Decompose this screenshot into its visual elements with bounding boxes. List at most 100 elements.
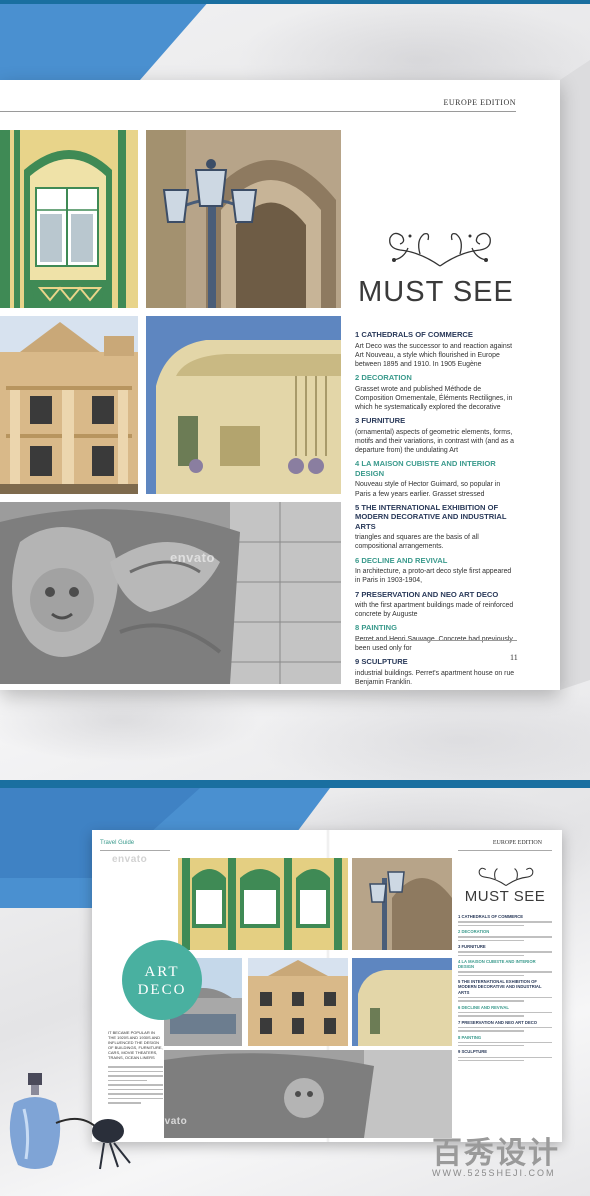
travel-guide-label: Travel Guide bbox=[100, 840, 135, 846]
spread-toc-text-line bbox=[458, 1060, 524, 1062]
toc-heading: 2 DECORATION bbox=[355, 373, 412, 383]
photo-street-lamp bbox=[146, 130, 341, 308]
magazine-spread: Travel Guide EUROPE EDITION ART DECO IT … bbox=[92, 830, 562, 1142]
spread-photo-street-lamp bbox=[352, 858, 452, 950]
spread-header-rule-right bbox=[458, 850, 552, 851]
spread-toc-text-line bbox=[458, 924, 524, 926]
spread-toc-text-line bbox=[458, 954, 524, 956]
spread-toc-text-line bbox=[458, 939, 524, 941]
brand-mark: 百秀设计 bbox=[432, 1137, 560, 1170]
edition-label: EUROPE EDITION bbox=[443, 98, 516, 107]
art-deco-line1: ART bbox=[144, 964, 180, 980]
spread-toc-item: 2 DECORATION bbox=[458, 929, 552, 941]
toc-body: Perret and Henri Sauvage. Concrete had p… bbox=[355, 636, 513, 653]
photo-yellow-facade bbox=[0, 130, 138, 308]
spread-toc-text-line bbox=[458, 1045, 524, 1047]
brand-url: WWW.525SHEJI.COM bbox=[432, 1168, 556, 1178]
spread-toc-text-line bbox=[458, 936, 552, 938]
watermark-text: envato bbox=[170, 550, 215, 565]
spread-toc-heading: 2 DECORATION bbox=[458, 928, 490, 934]
spread-toc-heading: 6 DECLINE AND REVIVAL bbox=[458, 1004, 509, 1010]
spread-edition-label: EUROPE EDITION bbox=[492, 840, 542, 846]
page-number: 11 bbox=[510, 653, 518, 662]
top-accent-bar bbox=[0, 0, 590, 4]
spread-must-see-title: MUST SEE bbox=[464, 888, 546, 905]
spread-toc-text-line bbox=[458, 996, 552, 999]
spread-watermark-2: envato bbox=[152, 1116, 188, 1127]
toc-heading: 9 SCULPTURE bbox=[355, 657, 408, 667]
spread-photo-ornate-building bbox=[248, 958, 348, 1046]
photo-lion-sculpture bbox=[0, 502, 341, 684]
toc-heading: 5 THE INTERNATIONAL EXHIBITION OF MODERN… bbox=[355, 502, 507, 531]
bottom-mockup-panel: Travel Guide EUROPE EDITION ART DECO IT … bbox=[0, 788, 590, 1196]
spread-toc-heading: 3 FURNITURE bbox=[458, 943, 486, 949]
spread-toc-text-line bbox=[458, 1011, 552, 1014]
spread-photo-yellow-facade bbox=[178, 858, 348, 950]
toc-heading: 6 DECLINE AND REVIVAL bbox=[355, 555, 448, 565]
toc-item: 7 PRESERVATION AND NEO ART DECO with the … bbox=[355, 590, 517, 620]
spread-toc-text-line bbox=[458, 1041, 552, 1044]
top-mockup-panel: EUROPE EDITION envato MUST SEE 1 CATHEDR… bbox=[0, 0, 590, 780]
photo-curved-building bbox=[146, 316, 341, 494]
spread-photo-lion-sculpture bbox=[164, 1050, 452, 1138]
toc-heading: 1 CATHEDRALS OF COMMERCE bbox=[355, 330, 473, 339]
intro-text: IT BECAME POPULAR IN THE 1920S AND 1930S… bbox=[108, 1030, 163, 1060]
toc-item: 5 THE INTERNATIONAL EXHIBITION OF MODERN… bbox=[355, 503, 517, 552]
spread-toc-item: 7 PRESERVATION AND NEO ART DECO bbox=[458, 1020, 552, 1032]
perfume-bottle-image bbox=[9, 1073, 131, 1170]
header-rule bbox=[0, 111, 516, 112]
toc-body: with the first apartment buildings made … bbox=[355, 602, 514, 619]
spread-toc-heading: 1 CATHEDRALS OF COMMERCE bbox=[458, 914, 524, 919]
toc-heading: 4 LA MAISON CUBISTE AND INTERIOR DESIGN bbox=[355, 459, 496, 478]
toc-body: Grasset wrote and published Méthode de C… bbox=[355, 385, 513, 412]
spread-toc-text-line bbox=[458, 1000, 524, 1002]
spread-toc-text-line bbox=[458, 1026, 552, 1029]
footer-rule bbox=[355, 640, 517, 641]
spread-watermark-1: envato bbox=[112, 854, 148, 865]
spread-toc-heading: 4 LA MAISON CUBISTE AND INTERIOR DESIGN bbox=[458, 958, 536, 970]
spread-toc-heading: 9 SCULPTURE bbox=[458, 1049, 488, 1055]
photo-ornate-building bbox=[0, 316, 138, 494]
spread-toc-text-line bbox=[458, 1030, 524, 1032]
toc-item: 3 FURNITURE (ornamental) aspects of geome… bbox=[355, 416, 517, 455]
spread-toc-heading: 5 THE INTERNATIONAL EXHIBITION OF MODERN… bbox=[458, 979, 542, 995]
spread-toc-item: 3 FURNITURE bbox=[458, 944, 552, 956]
spread-toc-heading: 7 PRESERVATION AND NEO ART DECO bbox=[458, 1019, 538, 1025]
art-deco-line2: DECO bbox=[137, 982, 187, 998]
spread-toc-item: 8 PAINTING bbox=[458, 1035, 552, 1047]
spread-toc-item: 6 DECLINE AND REVIVAL bbox=[458, 1005, 552, 1017]
spread-toc-text-line bbox=[458, 1015, 524, 1017]
floral-ornament-icon bbox=[389, 232, 491, 267]
toc-item: 8 PAINTING Perret and Henri Sauvage. Conc… bbox=[355, 623, 517, 653]
spread-toc-text-line bbox=[458, 974, 524, 977]
spread-photo-curved-building bbox=[352, 958, 452, 1046]
toc-item: 4 LA MAISON CUBISTE AND INTERIOR DESIGN N… bbox=[355, 459, 517, 498]
toc-body: Art Deco was the successor to and reacti… bbox=[355, 342, 513, 368]
spread-toc-text-line bbox=[458, 951, 552, 953]
spread-floral-ornament-icon bbox=[478, 867, 534, 887]
spread-toc-text-line bbox=[458, 1056, 552, 1059]
toc-heading: 7 PRESERVATION AND NEO ART DECO bbox=[355, 589, 499, 599]
toc-body: Nouveau style of Hector Guimard, so popu… bbox=[355, 481, 501, 498]
toc-item: 1 CATHEDRALS OF COMMERCE Art Deco was the… bbox=[355, 330, 517, 369]
spread-toc-item: 4 LA MAISON CUBISTE AND INTERIOR DESIGN bbox=[458, 958, 552, 977]
spread-toc-list: 1 CATHEDRALS OF COMMERCE 2 DECORATION 3 FU… bbox=[458, 914, 552, 1064]
toc-item: 9 SCULPTURE industrial buildings. Perret'… bbox=[355, 657, 517, 687]
spread-toc-item: 9 SCULPTURE bbox=[458, 1049, 552, 1062]
toc-body: (ornamental) aspects of geometric elemen… bbox=[355, 428, 514, 455]
art-deco-badge: ART DECO bbox=[122, 940, 202, 1020]
spread-toc-heading: 8 PAINTING bbox=[458, 1034, 482, 1040]
must-see-title: MUST SEE bbox=[358, 276, 514, 308]
spread-toc-text-line bbox=[458, 921, 552, 923]
toc-heading: 8 PAINTING bbox=[355, 623, 398, 633]
spread-toc-item: 5 THE INTERNATIONAL EXHIBITION OF MODERN… bbox=[458, 979, 552, 1002]
divider-bar bbox=[0, 780, 590, 788]
toc-list: 1 CATHEDRALS OF COMMERCE Art Deco was the… bbox=[355, 330, 517, 691]
magazine-page: EUROPE EDITION envato MUST SEE 1 CATHEDR… bbox=[0, 80, 560, 690]
toc-body: industrial buildings. Perret's apartment… bbox=[355, 669, 515, 687]
toc-body: In architecture, a proto-art deco style … bbox=[355, 568, 512, 585]
spread-toc-item: 1 CATHEDRALS OF COMMERCE bbox=[458, 914, 552, 926]
toc-heading: 3 FURNITURE bbox=[355, 416, 406, 426]
brand-watermark: 百秀设计 bbox=[432, 1128, 582, 1170]
spread-toc-text-line bbox=[458, 971, 552, 973]
